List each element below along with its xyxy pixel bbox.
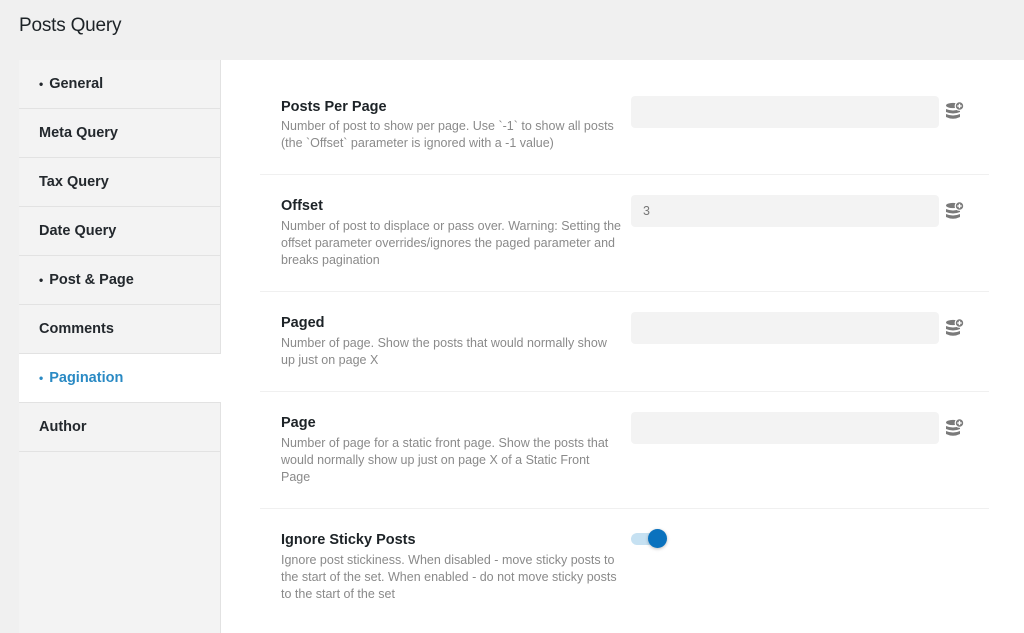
paged-input[interactable] <box>631 312 939 344</box>
sidebar-item-tax-query[interactable]: Tax Query <box>19 158 220 207</box>
paged-row: Paged Number of page. Show the posts tha… <box>260 312 989 392</box>
offset-row: Offset Number of post to displace or pas… <box>260 195 989 292</box>
sidebar-item-label: Post & Page <box>49 272 134 288</box>
sidebar-item-date-query[interactable]: Date Query <box>19 207 220 256</box>
sidebar-item-label: Comments <box>39 321 114 337</box>
posts-per-page-row: Posts Per Page Number of post to show pe… <box>260 96 989 175</box>
field-label: Ignore Sticky Posts <box>281 532 416 548</box>
field-description: Number of page. Show the posts that woul… <box>281 336 607 367</box>
field-description: Number of page for a static front page. … <box>281 436 609 484</box>
sidebar-item-post-page[interactable]: • Post & Page <box>19 256 220 305</box>
field-label: Paged <box>281 315 325 331</box>
sidebar-item-pagination[interactable]: • Pagination <box>19 354 221 403</box>
modified-bullet: • <box>39 77 44 91</box>
field-label: Offset <box>281 198 323 214</box>
sidebar-item-author[interactable]: Author <box>19 403 220 452</box>
field-description: Number of post to show per page. Use `-1… <box>281 119 614 150</box>
sidebar-item-label: General <box>49 76 104 92</box>
offset-input[interactable] <box>631 195 939 227</box>
sidebar-item-label: Pagination <box>49 370 124 386</box>
page-row: Page Number of page for a static front p… <box>260 412 989 509</box>
ignore-sticky-posts-toggle[interactable] <box>631 529 669 549</box>
sidebar-item-label: Meta Query <box>39 125 118 141</box>
database-add-icon[interactable] <box>945 318 965 338</box>
sidebar-item-label: Date Query <box>39 223 117 239</box>
settings-panel: Posts Per Page Number of post to show pe… <box>221 60 1024 633</box>
field-label: Posts Per Page <box>281 99 387 115</box>
modified-bullet: • <box>39 273 44 287</box>
sidebar-item-general[interactable]: • General <box>19 60 220 109</box>
sidebar-item-label: Tax Query <box>39 174 109 190</box>
sidebar-nav: • General Meta Query Tax Query Date Quer… <box>19 60 221 633</box>
ignore-sticky-posts-row: Ignore Sticky Posts Ignore post stickine… <box>260 529 989 632</box>
page-title: Posts Query <box>19 15 122 36</box>
field-description: Number of post to displace or pass over.… <box>281 219 621 267</box>
page-input[interactable] <box>631 412 939 444</box>
modified-bullet: • <box>39 371 44 385</box>
field-description: Ignore post stickiness. When disabled - … <box>281 553 617 601</box>
sidebar-item-meta-query[interactable]: Meta Query <box>19 109 220 158</box>
sidebar-item-comments[interactable]: Comments <box>19 305 220 354</box>
sidebar-item-label: Author <box>39 419 87 435</box>
database-add-icon[interactable] <box>945 101 965 121</box>
field-label: Page <box>281 415 316 431</box>
database-add-icon[interactable] <box>945 418 965 438</box>
database-add-icon[interactable] <box>945 201 965 221</box>
toggle-knob <box>648 529 667 548</box>
posts-per-page-input[interactable] <box>631 96 939 128</box>
